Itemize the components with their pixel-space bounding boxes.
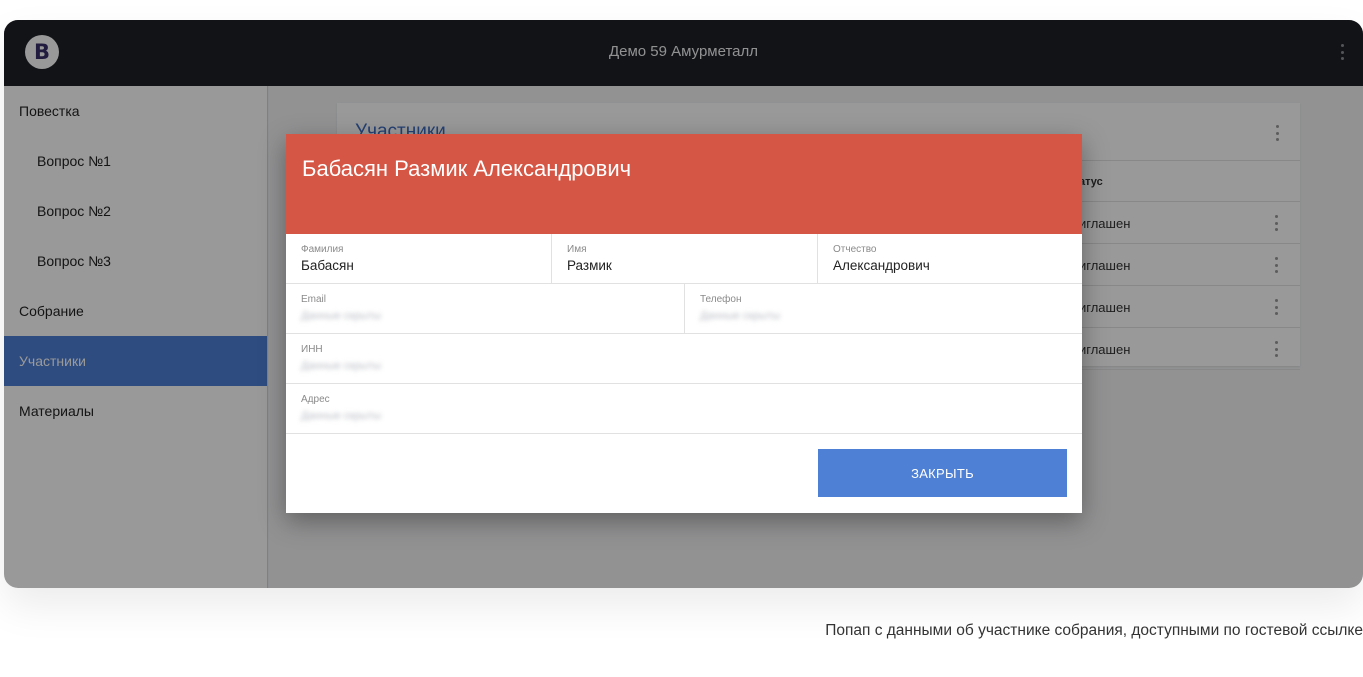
email-field: Email Данные скрыты — [286, 284, 684, 334]
close-button[interactable]: ЗАКРЫТЬ — [818, 449, 1067, 497]
inn-hidden-value: Данные скрыты — [301, 360, 382, 372]
participant-name-title: Бабасян Размик Александрович — [302, 156, 632, 181]
last-name-value: Бабасян — [301, 258, 354, 273]
first-name-label: Имя — [567, 244, 587, 255]
address-hidden-value: Данные скрыты — [301, 410, 382, 422]
app-window: B Демо 59 Амурметалл Повестка Вопрос №1 … — [4, 20, 1363, 588]
inn-field-row: ИНН Данные скрыты — [286, 334, 1082, 384]
address-field-row: Адрес Данные скрыты — [286, 384, 1082, 434]
first-name-value: Размик — [567, 258, 612, 273]
first-name-field: Имя Размик — [551, 234, 817, 284]
patronymic-field: Отчество Александрович — [817, 234, 1082, 284]
email-hidden-value: Данные скрыты — [301, 310, 382, 322]
screenshot-caption: Попап с данными об участнике собрания, д… — [825, 622, 1363, 639]
email-label: Email — [301, 294, 327, 305]
address-field: Адрес Данные скрыты — [286, 384, 1082, 434]
modal-header: Бабасян Размик Александрович — [286, 134, 1082, 234]
phone-label: Телефон — [700, 294, 742, 305]
patronymic-label: Отчество — [833, 244, 877, 255]
patronymic-value: Александрович — [833, 258, 930, 273]
name-fields-row: Фамилия Бабасян Имя Размик Отчество Алек… — [286, 234, 1082, 284]
last-name-field: Фамилия Бабасян — [286, 234, 551, 284]
inn-field: ИНН Данные скрыты — [286, 334, 1082, 384]
phone-field: Телефон Данные скрыты — [684, 284, 1082, 334]
address-label: Адрес — [301, 394, 330, 405]
inn-label: ИНН — [301, 344, 323, 355]
last-name-label: Фамилия — [301, 244, 344, 255]
contact-fields-row: Email Данные скрыты Телефон Данные скрыт… — [286, 284, 1082, 334]
phone-hidden-value: Данные скрыты — [700, 310, 781, 322]
participant-modal: Бабасян Размик Александрович Фамилия Баб… — [286, 134, 1082, 513]
